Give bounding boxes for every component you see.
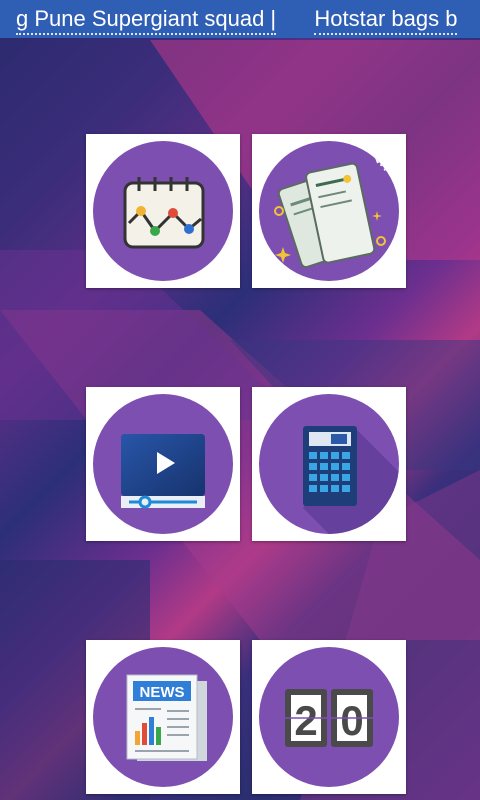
tile-circle [93,141,233,281]
news-icon-label: NEWS [140,684,185,701]
tile-circle [259,394,399,534]
tile-circle [93,394,233,534]
video-player-icon [121,434,205,509]
chart-calendar-icon [123,177,205,249]
ticker-headline-2[interactable]: Hotstar bags b [314,5,458,35]
scoreboard-tile[interactable]: 2 0 [252,640,406,794]
videos-tile[interactable] [86,387,240,541]
ticker-headline-1[interactable]: g Pune Supergiant squad | [16,5,277,35]
tile-circle: 2 0 [259,647,399,787]
calculator-tile[interactable] [252,387,406,541]
tickets-icon [274,154,390,269]
calculator-icon [303,426,399,534]
tickets-tile[interactable] [252,134,406,288]
tile-circle: NEWS [93,647,233,787]
news-ticker[interactable]: g Pune Supergiant squad | Hotstar bags b [0,0,480,38]
scoreboard-icon: 2 0 [285,689,373,747]
background-pattern [0,40,480,800]
score-left: 2 [294,697,317,744]
news-tile[interactable]: NEWS [86,640,240,794]
score-right: 0 [340,697,363,744]
schedule-tile[interactable] [86,134,240,288]
news-icon: NEWS [126,674,207,761]
tile-circle [259,141,399,281]
